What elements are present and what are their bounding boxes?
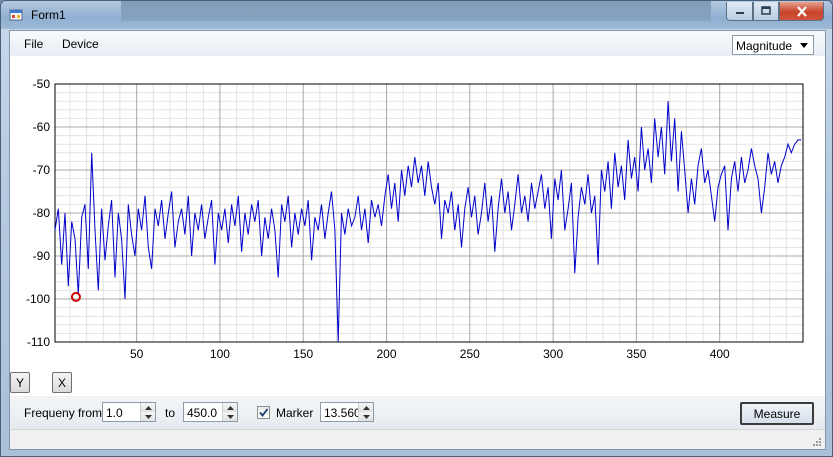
marker-down-button[interactable]	[359, 412, 373, 421]
view-mode-select[interactable]: Magnitude	[732, 35, 814, 55]
window-title: Form1	[31, 8, 66, 22]
freq-from-up-button[interactable]	[141, 403, 155, 412]
chevron-down-icon	[800, 43, 808, 48]
y-tick-label: -50	[33, 77, 51, 91]
freq-from-value: 1.0	[106, 406, 123, 420]
caret-up-icon	[144, 405, 152, 410]
client-area: File Device Magnitude 50 100 150 200 250 300 3…	[9, 30, 826, 450]
resize-grip-icon[interactable]	[810, 435, 822, 447]
freq-from-stepper[interactable]: 1.0	[102, 402, 156, 422]
y-axis-button[interactable]: Y	[10, 372, 30, 393]
title-bar[interactable]: Form1	[1, 1, 832, 29]
close-button[interactable]	[779, 2, 824, 21]
freq-to-up-button[interactable]	[223, 403, 237, 412]
view-mode-value: Magnitude	[736, 39, 793, 53]
x-tick-label: 150	[293, 347, 313, 361]
y-tick-label: -60	[33, 120, 51, 134]
freq-to-stepper[interactable]: 450.0	[183, 402, 238, 422]
caret-down-icon	[226, 414, 234, 419]
menu-device[interactable]: Device	[60, 37, 101, 51]
x-tick-label: 100	[210, 347, 230, 361]
magnitude-chart: 50 100 150 200 250 300 350 400 -50 -60 -70 -80 -90 -1…	[26, 77, 804, 361]
caret-down-icon	[362, 414, 370, 419]
to-label: to	[165, 406, 176, 420]
minimize-icon	[735, 12, 744, 14]
menu-bar: File Device Magnitude	[10, 31, 825, 56]
x-tick-label: 400	[710, 347, 730, 361]
controls-panel: Frequeny from 1.0 to 450.0 Marker 13.560…	[10, 397, 825, 429]
marker-stepper[interactable]: 13.560	[320, 402, 374, 422]
marker-value: 13.560	[324, 406, 361, 420]
frequency-marker	[70, 291, 81, 302]
y-tick-label: -90	[33, 249, 51, 263]
y-tick-label: -100	[26, 292, 50, 306]
close-icon	[796, 5, 807, 17]
y-tick-label: -80	[33, 206, 51, 220]
caret-down-icon	[144, 414, 152, 419]
x-tick-label: 300	[543, 347, 563, 361]
status-strip	[10, 429, 825, 449]
x-tick-label: 250	[460, 347, 480, 361]
freq-from-label: Frequeny from	[24, 406, 103, 420]
background-taskbar-strip	[121, 1, 711, 21]
caret-up-icon	[362, 405, 370, 410]
plot-area[interactable]: 50 100 150 200 250 300 350 400 -50 -60 -70 -80 -90 -1…	[10, 56, 825, 396]
freq-to-down-button[interactable]	[223, 412, 237, 421]
app-window: Form1 File Device Magnitude 50 100 150 2…	[0, 0, 833, 457]
x-tick-label: 200	[377, 347, 397, 361]
measure-button[interactable]: Measure	[740, 402, 814, 425]
maximize-button[interactable]	[753, 2, 779, 21]
x-tick-label: 50	[130, 347, 144, 361]
marker-up-button[interactable]	[359, 403, 373, 412]
checkmark-icon	[259, 408, 269, 417]
maximize-icon	[761, 6, 771, 15]
marker-label: Marker	[276, 406, 314, 420]
y-tick-label: -110	[27, 335, 50, 349]
app-icon[interactable]	[9, 8, 23, 22]
x-axis-button[interactable]: X	[52, 372, 72, 393]
caret-up-icon	[226, 405, 234, 410]
freq-from-down-button[interactable]	[141, 412, 155, 421]
menu-file[interactable]: File	[22, 37, 45, 51]
marker-checkbox[interactable]	[257, 406, 270, 419]
minimize-button[interactable]	[726, 2, 753, 21]
freq-to-value: 450.0	[187, 406, 218, 420]
y-tick-label: -70	[33, 163, 51, 177]
x-tick-label: 350	[626, 347, 646, 361]
